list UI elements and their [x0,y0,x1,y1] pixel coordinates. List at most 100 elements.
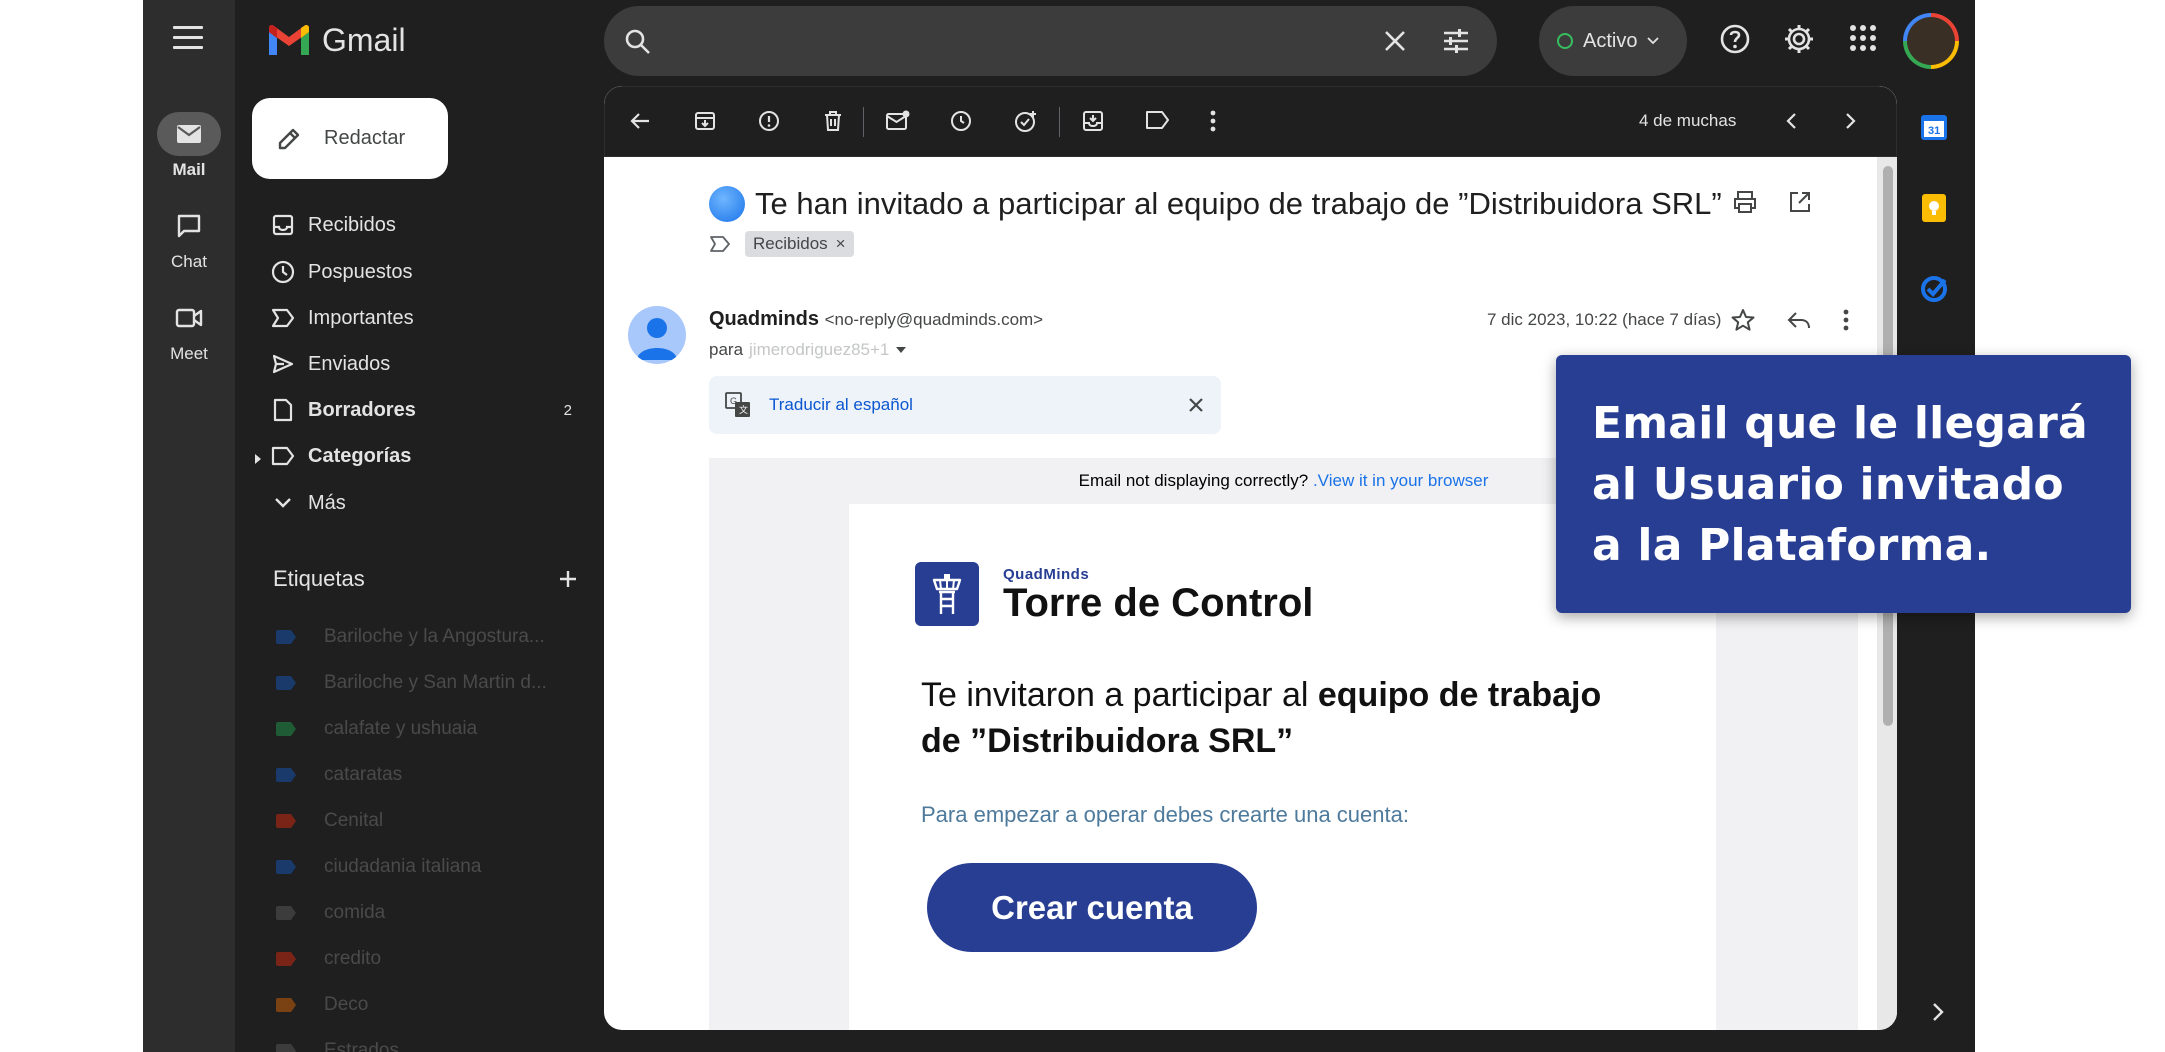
nav-item-recibidos[interactable]: Recibidos [252,202,582,248]
move-to-icon[interactable] [1081,109,1105,133]
caret-down-icon[interactable] [895,346,907,354]
label-text: Bariloche y San Martin d... [324,672,547,693]
caret-right-icon [255,454,261,464]
view-in-browser-link[interactable]: .View it in your browser [1313,471,1488,490]
label-item[interactable]: ciudadania italiana [252,844,582,890]
sender-avatar [628,306,686,364]
translate-banner: G文 Traducir al español [709,376,1221,434]
nav-label: Importantes [308,306,414,329]
sender-address: <no-reply@quadminds.com> [824,310,1044,329]
inbox-label-chip[interactable]: Recibidos × [745,231,854,257]
label-color-icon [276,630,296,644]
chip-label: Recibidos [753,234,828,253]
rail-item-mail[interactable]: Mail [143,112,235,180]
nav-item-mas[interactable]: Más [252,480,582,526]
important-marker-icon[interactable] [709,235,731,253]
nav-item-borradores[interactable]: Borradores 2 [252,387,582,433]
label-color-icon [276,906,296,920]
print-icon[interactable] [1732,190,1758,214]
label-icon[interactable] [1145,109,1171,131]
nav-item-importantes[interactable]: Importantes [252,295,582,341]
more-vert-icon[interactable] [1209,109,1217,133]
remove-label-icon[interactable]: × [836,234,846,254]
mark-unread-icon[interactable] [885,109,911,133]
archive-icon[interactable] [693,109,717,133]
search-options-icon[interactable] [1442,28,1470,54]
label-item[interactable]: calafate y ushuaia [252,706,582,752]
toolbar-divider [1059,107,1060,137]
expand-panel-icon[interactable] [1932,1002,1944,1022]
label-text: calafate y ushuaia [324,718,478,739]
translate-icon: G文 [725,392,750,417]
pencil-icon [278,128,300,149]
label-item[interactable]: Deco [252,982,582,1028]
reply-icon[interactable] [1786,307,1812,333]
brand-small: QuadMinds [1003,565,1090,583]
help-icon[interactable] [1719,23,1751,55]
chevron-left-icon[interactable] [1783,109,1799,133]
translate-link[interactable]: Traducir al español [769,395,1169,415]
gmail-logo[interactable]: Gmail [266,22,406,59]
draft-icon [252,398,308,422]
calendar-icon[interactable]: 31 [1919,112,1949,142]
snooze-icon[interactable] [949,109,973,133]
nav-label: Recibidos [308,213,396,236]
label-item[interactable]: cataratas [252,752,582,798]
tasks-icon[interactable] [1919,274,1949,304]
account-avatar[interactable] [1903,13,1959,69]
search-bar[interactable] [604,6,1497,76]
nav-item-categorias[interactable]: Categorías [252,433,582,479]
invite-plain: Te invitaron a participar al [921,676,1318,714]
create-account-button[interactable]: Crear cuenta [927,863,1257,952]
clear-search-icon[interactable] [1382,28,1408,54]
status-dot-icon [1557,33,1573,49]
open-new-window-icon[interactable] [1788,190,1812,214]
star-icon[interactable] [1730,307,1756,333]
label-text: comida [324,902,386,923]
add-task-icon[interactable] [1013,109,1039,135]
status-selector[interactable]: Activo [1539,6,1687,76]
nav-label: Borradores [308,398,416,421]
rail-label: Meet [170,344,208,363]
mail-icon [157,112,221,156]
label-item[interactable]: Estrados [252,1028,582,1052]
back-arrow-icon[interactable] [629,109,653,133]
draft-count: 2 [563,401,572,419]
labels-heading: Etiquetas [273,566,365,591]
label-item[interactable]: Bariloche y la Angostura... [252,614,582,660]
nav-item-enviados[interactable]: Enviados [252,341,582,387]
svg-text:G: G [730,396,737,406]
label-color-icon [276,998,296,1012]
main-menu-icon[interactable] [173,26,203,52]
control-tower-icon [915,562,979,626]
compose-button[interactable]: Redactar [252,98,448,179]
inbox-icon [252,214,308,236]
sender-line: Quadminds <no-reply@quadminds.com> [709,308,1043,331]
label-item[interactable]: Cenital [252,798,582,844]
more-vert-icon[interactable] [1842,307,1850,333]
chevron-right-icon[interactable] [1843,109,1859,133]
gear-icon[interactable] [1783,23,1815,55]
sender-name[interactable]: Quadminds [709,308,819,330]
label-item[interactable]: comida [252,890,582,936]
label-color-icon [276,676,296,690]
svg-text:文: 文 [739,404,748,415]
rail-item-meet[interactable]: Meet [143,296,235,364]
brand-text: QuadMinds Torre de Control [1003,566,1313,623]
rail-item-chat[interactable]: Chat [143,204,235,272]
close-icon[interactable] [1187,396,1205,414]
start-instructions: Para empezar a operar debes crearte una … [921,802,1409,827]
nav-item-pospuestos[interactable]: Pospuestos [252,249,582,295]
apps-grid-icon[interactable] [1848,23,1878,53]
compose-label: Redactar [324,127,406,149]
keep-icon[interactable] [1919,193,1949,223]
search-icon[interactable] [624,28,652,56]
label-text: Estrados [324,1040,399,1052]
trash-icon[interactable] [821,109,845,133]
report-spam-icon[interactable] [757,109,781,133]
label-item[interactable]: Bariloche y San Martin d... [252,660,582,706]
email-toolbar: 4 de muchas [604,86,1897,157]
label-item[interactable]: credito [252,936,582,982]
add-label-icon[interactable] [558,569,578,589]
recipient-line: para jimerodriguez85+1 [709,340,907,360]
